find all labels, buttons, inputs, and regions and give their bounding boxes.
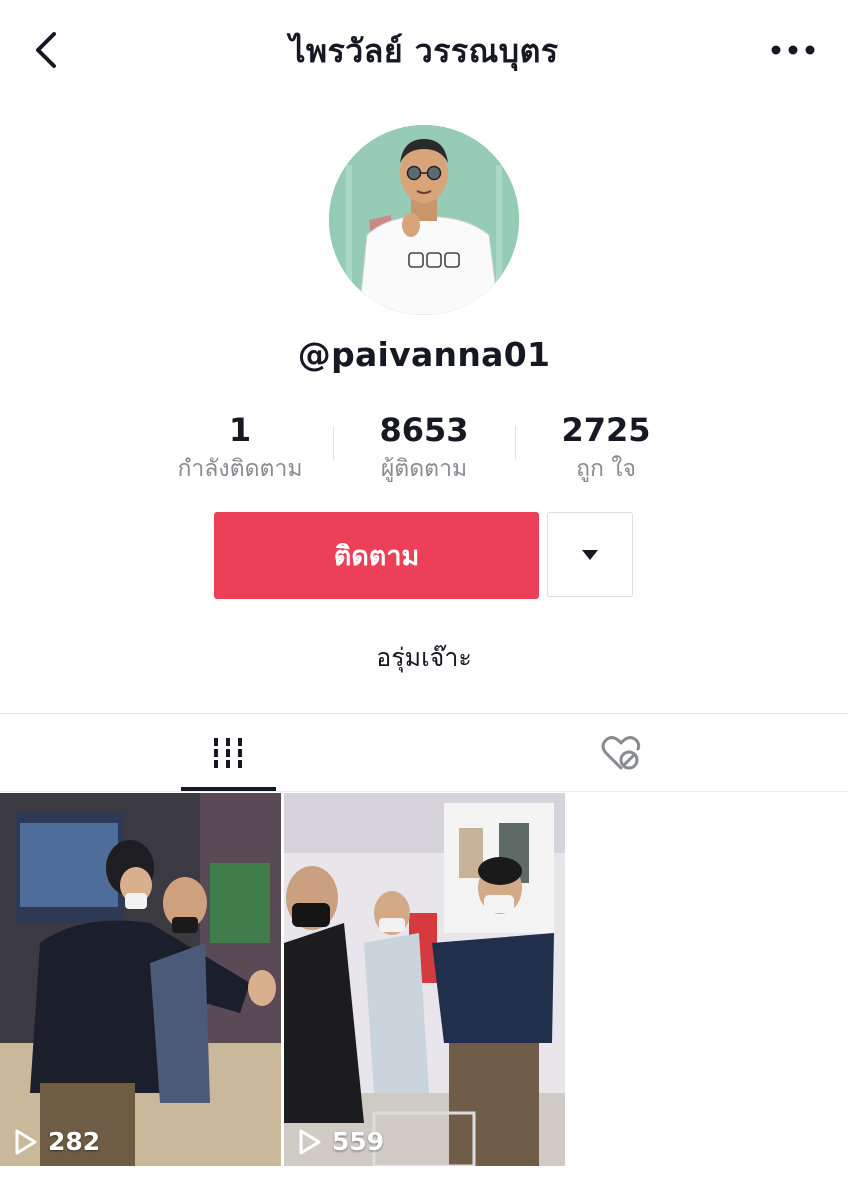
followers-stat[interactable]: 8653 ผู้ติดตาม	[344, 408, 504, 486]
play-icon	[15, 1129, 37, 1154]
username: @paivanna01	[297, 335, 551, 374]
profile-page: ไพรวัลย์ วรรณบุตร @paivanna01 1 กำลังติด…	[0, 0, 848, 1200]
tab-liked[interactable]	[424, 714, 848, 792]
grid-icon	[214, 738, 242, 768]
followers-count: 8653	[379, 411, 469, 449]
stat-divider	[333, 426, 334, 460]
more-button[interactable]	[768, 36, 818, 64]
top-bar: ไพรวัลย์ วรรณบุตร	[0, 0, 848, 100]
video-thumbnail-image	[0, 793, 281, 1166]
avatar-illustration	[329, 125, 519, 315]
page-title: ไพรวัลย์ วรรณบุตร	[289, 32, 559, 70]
following-label: กำลังติดตาม	[177, 456, 303, 482]
divider	[0, 791, 848, 792]
follow-button[interactable]: ติดตาม	[214, 512, 539, 599]
video-thumbnail[interactable]: 282	[0, 793, 281, 1166]
likes-label: ถูก ใจ	[576, 456, 636, 482]
suggested-accounts-button[interactable]	[547, 512, 633, 597]
following-stat[interactable]: 1 กำลังติดตาม	[160, 408, 320, 486]
play-icon	[299, 1129, 321, 1154]
likes-stat[interactable]: 2725 ถูก ใจ	[526, 408, 686, 486]
followers-label: ผู้ติดตาม	[380, 456, 468, 482]
bio-text: อรุ่มเจ๊าะ	[376, 643, 472, 672]
video-thumbnail[interactable]: 559	[284, 793, 565, 1166]
view-count-value: 282	[48, 1127, 101, 1156]
more-horizontal-icon	[771, 45, 815, 55]
following-count: 1	[228, 411, 252, 449]
video-thumbnail-image	[284, 793, 565, 1166]
stat-divider	[515, 426, 516, 460]
view-count: 282	[14, 1127, 100, 1156]
heart-lock-icon	[601, 736, 641, 770]
likes-count: 2725	[561, 411, 651, 449]
avatar[interactable]	[329, 125, 519, 315]
view-count: 559	[298, 1127, 384, 1156]
caret-down-icon	[582, 549, 598, 560]
view-count-value: 559	[332, 1127, 385, 1156]
tab-videos[interactable]	[0, 714, 424, 792]
